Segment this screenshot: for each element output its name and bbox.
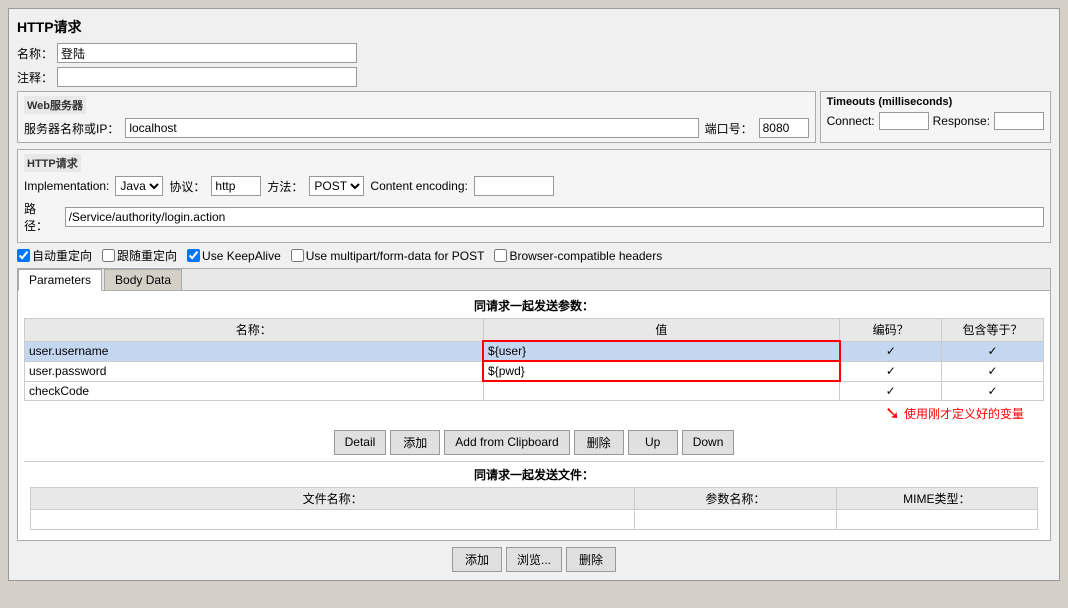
server-ip-input[interactable]: [125, 118, 698, 138]
col-include-header: 包含等于？: [942, 319, 1044, 342]
path-input[interactable]: [65, 207, 1044, 227]
files-table: 文件名称： 参数名称： MIME类型：: [30, 487, 1038, 530]
row1-value: ${user}: [483, 341, 840, 361]
connect-input[interactable]: [879, 112, 929, 130]
encoding-label: Content encoding:: [370, 179, 467, 193]
comment-label: 注释：: [17, 69, 53, 86]
response-input[interactable]: [994, 112, 1044, 130]
method-select[interactable]: POST GET: [309, 176, 364, 196]
keepalive-checkbox[interactable]: Use KeepAlive: [187, 249, 281, 263]
row2-encode: ✓: [840, 361, 942, 381]
follow-redirect-label: 跟随重定向: [117, 247, 177, 264]
multipart-checkbox[interactable]: Use multipart/form-data for POST: [291, 249, 485, 263]
browser-headers-checkbox[interactable]: Browser-compatible headers: [494, 249, 662, 263]
http-section-title: HTTP请求: [24, 154, 81, 172]
browser-headers-label: Browser-compatible headers: [509, 249, 662, 263]
row2-name: user.password: [25, 361, 484, 381]
row3-value: [483, 381, 840, 400]
response-label: Response:: [933, 114, 990, 128]
timeouts-title: Timeouts (milliseconds): [827, 96, 1044, 108]
col-name-header: 名称：: [25, 319, 484, 342]
col-mime-header: MIME类型：: [836, 487, 1037, 509]
col-paramname-header: 参数名称：: [635, 487, 836, 509]
encoding-input[interactable]: [474, 176, 554, 196]
multipart-label: Use multipart/form-data for POST: [306, 249, 485, 263]
name-input[interactable]: [57, 43, 357, 63]
col-value-header: 值: [483, 319, 840, 342]
files-title: 同请求一起发送文件：: [30, 466, 1038, 483]
page-title: HTTP请求: [17, 17, 1051, 37]
tab-parameters[interactable]: Parameters: [18, 269, 102, 291]
table-row[interactable]: user.username ${user} ✓ ✓: [25, 341, 1044, 361]
bottom-add-button[interactable]: 添加: [452, 547, 502, 572]
method-label: 方法：: [267, 178, 303, 195]
row3-name: checkCode: [25, 381, 484, 400]
port-label: 端口号：: [705, 120, 753, 137]
protocol-input[interactable]: [211, 176, 261, 196]
arrow-icon: ➘: [885, 403, 900, 424]
impl-select[interactable]: Java: [115, 176, 163, 196]
col-encode-header: 编码？: [840, 319, 942, 342]
add-button[interactable]: 添加: [390, 430, 440, 455]
bottom-delete-button[interactable]: 删除: [566, 547, 616, 572]
params-table: 名称： 值 编码？ 包含等于？ user.username ${user} ✓ …: [24, 318, 1044, 401]
protocol-label: 协议：: [169, 178, 205, 195]
auto-redirect-label: 自动重定向: [32, 247, 92, 264]
row3-encode: ✓: [840, 381, 942, 400]
web-server-title: Web服务器: [24, 96, 86, 114]
bottom-browse-button[interactable]: 浏览...: [506, 547, 562, 572]
detail-button[interactable]: Detail: [334, 430, 387, 455]
path-label: 路径：: [24, 200, 59, 234]
connect-label: Connect:: [827, 114, 875, 128]
files-empty-row: [31, 509, 1038, 529]
tab-body-data[interactable]: Body Data: [104, 269, 182, 290]
row2-include: ✓: [942, 361, 1044, 381]
table-row[interactable]: user.password ${pwd} ✓ ✓: [25, 361, 1044, 381]
annotation-row: ➘ 使用刚才定义好的变量: [24, 403, 1044, 424]
params-title: 同请求一起发送参数：: [24, 297, 1044, 314]
annotation-text: 使用刚才定义好的变量: [904, 405, 1024, 422]
col-filename-header: 文件名称：: [31, 487, 635, 509]
keepalive-label: Use KeepAlive: [202, 249, 281, 263]
table-row[interactable]: checkCode ✓ ✓: [25, 381, 1044, 400]
delete-button[interactable]: 删除: [574, 430, 624, 455]
row1-encode: ✓: [840, 341, 942, 361]
row1-name: user.username: [25, 341, 484, 361]
impl-label: Implementation:: [24, 179, 109, 193]
server-label: 服务器名称或IP：: [24, 120, 119, 137]
comment-input[interactable]: [57, 67, 357, 87]
row3-include: ✓: [942, 381, 1044, 400]
up-button[interactable]: Up: [628, 430, 678, 455]
add-from-clipboard-button[interactable]: Add from Clipboard: [444, 430, 569, 455]
follow-redirect-checkbox[interactable]: 跟随重定向: [102, 247, 177, 264]
auto-redirect-checkbox[interactable]: 自动重定向: [17, 247, 92, 264]
row2-value: ${pwd}: [483, 361, 840, 381]
row1-include: ✓: [942, 341, 1044, 361]
name-label: 名称：: [17, 45, 53, 62]
port-input[interactable]: [759, 118, 809, 138]
down-button[interactable]: Down: [682, 430, 735, 455]
